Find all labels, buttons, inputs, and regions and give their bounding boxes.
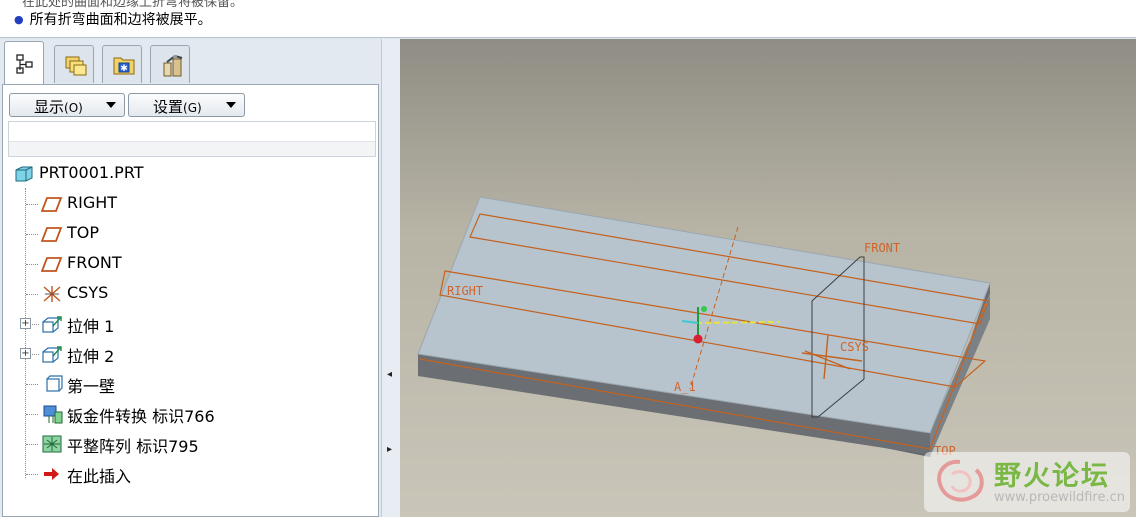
tree-connector bbox=[26, 294, 38, 295]
label-csys: CSYS bbox=[840, 340, 869, 354]
sheetmetal-convert-icon bbox=[43, 405, 63, 424]
tree-connector bbox=[25, 188, 26, 478]
label-front: FRONT bbox=[864, 241, 900, 255]
message-text: 所有折弯曲面和边将被展平。 bbox=[29, 12, 212, 28]
model-tree-panel: 显示(O) 设置(G) PRT0001.PRT RIGHT TOP FRONT … bbox=[2, 84, 379, 517]
watermark-title: 野火论坛 bbox=[994, 461, 1110, 492]
triad-y-dot bbox=[701, 306, 707, 312]
message-line: ● 所有折弯曲面和边将被展平。 bbox=[14, 9, 212, 29]
navigator-panel: ✱ 显示(O) 设置(G) PRT0001.PRT RIGHT TOP FRON… bbox=[0, 39, 381, 517]
message-area: 在此处的曲面和边缘上折弯将被保留。 ● 所有折弯曲面和边将被展平。 bbox=[0, 0, 1136, 38]
origin-point bbox=[693, 334, 703, 344]
tree-item-label: 在此插入 bbox=[67, 467, 132, 486]
extrude-icon bbox=[42, 346, 62, 363]
model-tree-icon bbox=[16, 54, 33, 74]
forum-watermark: 野火论坛 www.proewildfire.cn bbox=[924, 452, 1130, 512]
datum-plane-icon bbox=[41, 197, 63, 212]
watermark-url: www.proewildfire.cn bbox=[994, 490, 1125, 505]
watermark-logo-icon bbox=[937, 459, 984, 502]
coordinate-system-icon bbox=[43, 286, 61, 302]
show-dropdown-label: 显示(O) bbox=[34, 98, 83, 116]
expand-icon[interactable]: + bbox=[20, 348, 31, 359]
tab-model-tree[interactable] bbox=[4, 41, 44, 85]
chevron-down-icon bbox=[226, 102, 236, 108]
expand-right-icon[interactable]: ▸ bbox=[387, 444, 395, 455]
tree-filter-box[interactable] bbox=[8, 121, 376, 157]
tree-item-label: 钣金件转换 标识766 bbox=[67, 407, 215, 426]
label-a1: A_1 bbox=[674, 380, 696, 394]
tree-root-label: PRT0001.PRT bbox=[39, 163, 144, 182]
svg-text:✱: ✱ bbox=[120, 64, 128, 74]
model-scene: RIGHT FRONT CSYS A_1 TOP bbox=[417, 196, 991, 458]
tree-connector bbox=[26, 414, 38, 415]
tree-connector bbox=[32, 354, 39, 355]
navigator-tabs: ✱ bbox=[0, 39, 381, 85]
tree-item-label: 第一壁 bbox=[67, 377, 116, 396]
tree-item-label: 拉伸 1 bbox=[67, 317, 115, 336]
graphics-viewport[interactable]: RIGHT FRONT CSYS A_1 TOP bbox=[400, 39, 1136, 517]
tree-connector bbox=[26, 444, 38, 445]
tree-filter-strip bbox=[9, 141, 375, 156]
settings-dropdown[interactable]: 设置(G) bbox=[128, 93, 245, 117]
collapse-left-icon[interactable]: ◂ bbox=[387, 369, 395, 380]
datum-plane-icon bbox=[41, 227, 63, 242]
folder-browser-icon bbox=[65, 56, 87, 76]
bullet-icon: ● bbox=[14, 13, 24, 26]
connections-icon bbox=[163, 54, 183, 77]
datum-plane-icon bbox=[41, 257, 63, 272]
extrude-icon bbox=[42, 316, 62, 333]
tab-connections[interactable] bbox=[150, 45, 190, 83]
first-wall-icon bbox=[46, 375, 63, 392]
tree-item-label: RIGHT bbox=[67, 193, 118, 212]
tree-connector bbox=[26, 264, 38, 265]
tab-folder-browser[interactable] bbox=[54, 45, 94, 83]
insert-here-arrow-icon bbox=[44, 468, 59, 480]
tree-connector bbox=[32, 324, 39, 325]
tree-connector bbox=[26, 234, 38, 235]
tab-favorites[interactable]: ✱ bbox=[102, 45, 142, 83]
expand-icon[interactable]: + bbox=[20, 318, 31, 329]
tree-item-label: TOP bbox=[67, 223, 100, 242]
label-right: RIGHT bbox=[447, 284, 483, 298]
tree-item-label: FRONT bbox=[67, 253, 122, 272]
tree-item-label: 平整阵列 标识795 bbox=[67, 437, 199, 456]
model-tree: PRT0001.PRT RIGHT TOP FRONT CSYS + 拉伸 1 … bbox=[3, 162, 378, 512]
favorites-icon: ✱ bbox=[113, 57, 135, 75]
tree-item-label: CSYS bbox=[67, 283, 109, 302]
flat-pattern-icon bbox=[42, 435, 62, 453]
tree-item-label: 拉伸 2 bbox=[67, 347, 115, 366]
app-window: 在此处的曲面和边缘上折弯将被保留。 ● 所有折弯曲面和边将被展平。 ✱ 显示(O… bbox=[0, 0, 1136, 517]
part-icon bbox=[15, 166, 33, 182]
plate-top-face bbox=[417, 196, 991, 434]
panel-splitter[interactable]: ◂ ▸ bbox=[381, 39, 400, 517]
tree-connector bbox=[26, 474, 38, 475]
chevron-down-icon bbox=[106, 102, 116, 108]
settings-dropdown-label: 设置(G) bbox=[153, 98, 202, 116]
tree-connector bbox=[26, 204, 38, 205]
tree-connector bbox=[26, 384, 38, 385]
show-dropdown[interactable]: 显示(O) bbox=[9, 93, 125, 117]
